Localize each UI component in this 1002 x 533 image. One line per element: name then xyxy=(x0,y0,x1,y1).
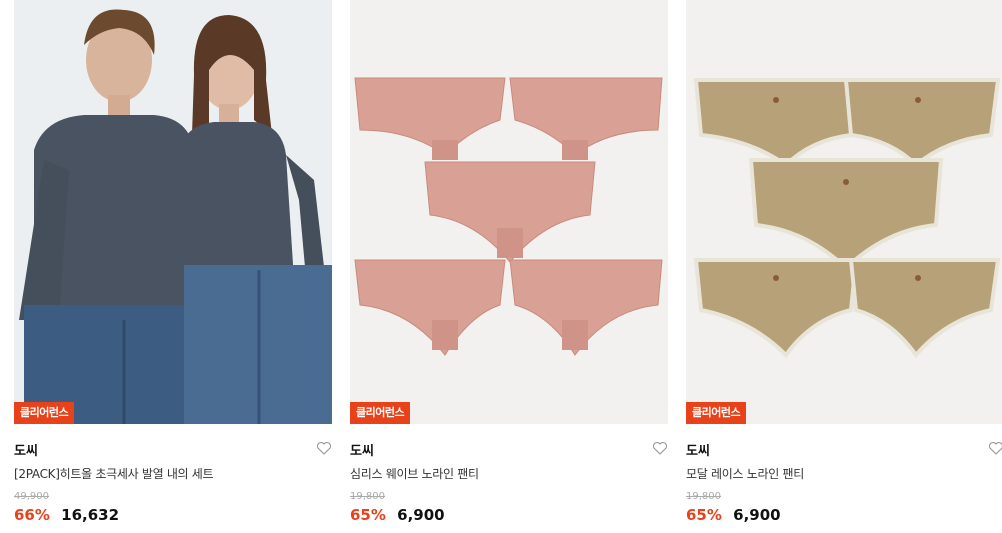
couple-thermal-wear-photo xyxy=(14,0,332,424)
sale-price: 6,900 xyxy=(733,506,781,524)
product-grid: 클리어런스 도씨 [2PACK]히트올 초극세사 발열 내의 세트 49,900… xyxy=(0,0,1002,533)
price-line: 66% 16,632 xyxy=(14,506,119,524)
product-image[interactable]: 클리어런스 xyxy=(350,0,668,424)
product-card[interactable]: 클리어런스 도씨 [2PACK]히트올 초극세사 발열 내의 세트 49,900… xyxy=(14,0,332,533)
price-line: 65% 6,900 xyxy=(686,506,781,524)
product-image[interactable]: 클리어런스 xyxy=(14,0,332,424)
product-title[interactable]: 모달 레이스 노라인 팬티 xyxy=(686,465,804,482)
discount-rate: 65% xyxy=(686,506,722,524)
pink-panties-photo xyxy=(350,0,668,424)
price-line: 65% 6,900 xyxy=(350,506,445,524)
brand-name[interactable]: 도씨 xyxy=(350,440,374,459)
discount-rate: 66% xyxy=(14,506,50,524)
heart-outline-icon[interactable] xyxy=(652,440,668,456)
clearance-badge: 클리어런스 xyxy=(686,402,747,424)
discount-rate: 65% xyxy=(350,506,386,524)
product-card[interactable]: 클리어런스 도씨 모달 레이스 노라인 팬티 19,800 65% 6,900 xyxy=(686,0,1002,533)
product-title[interactable]: [2PACK]히트올 초극세사 발열 내의 세트 xyxy=(14,465,214,482)
heart-outline-icon[interactable] xyxy=(316,440,332,456)
brand-name[interactable]: 도씨 xyxy=(686,440,710,459)
product-card[interactable]: 클리어런스 도씨 심리스 웨이브 노라인 팬티 19,800 65% 6,900 xyxy=(350,0,668,533)
product-title[interactable]: 심리스 웨이브 노라인 팬티 xyxy=(350,465,479,482)
heart-outline-icon[interactable] xyxy=(988,440,1002,456)
product-image[interactable]: 클리어런스 xyxy=(686,0,1002,424)
clearance-badge: 클리어런스 xyxy=(350,402,411,424)
brand-name[interactable]: 도씨 xyxy=(14,440,38,459)
original-price: 19,800 xyxy=(350,491,385,502)
original-price: 49,900 xyxy=(14,491,49,502)
sale-price: 6,900 xyxy=(397,506,445,524)
original-price: 19,800 xyxy=(686,491,721,502)
clearance-badge: 클리어런스 xyxy=(14,402,75,424)
beige-lace-panties-photo xyxy=(686,0,1002,424)
sale-price: 16,632 xyxy=(61,506,120,524)
